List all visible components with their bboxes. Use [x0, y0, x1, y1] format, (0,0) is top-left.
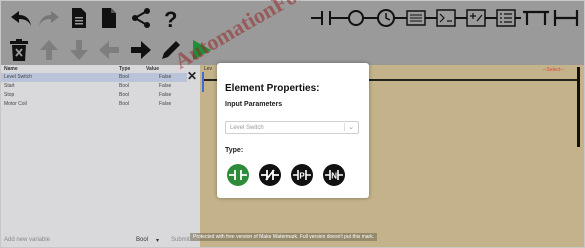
watermark-footer-note: Protected with free version of Make Wate…: [190, 233, 378, 241]
add-variable-type-select[interactable]: Bool: [136, 237, 148, 243]
table-row[interactable]: Stop Bool False: [1, 91, 187, 100]
svg-text:P: P: [299, 172, 305, 181]
compare-icon[interactable]: [431, 8, 461, 28]
branch-icon[interactable]: [521, 8, 551, 28]
svg-text:N: N: [331, 172, 337, 181]
input-parameters-label: Input Parameters: [225, 101, 283, 108]
rung-icon[interactable]: [551, 8, 581, 28]
column-header-value: Value: [146, 66, 160, 72]
math-icon[interactable]: [461, 8, 491, 28]
variable-type: Bool: [119, 92, 130, 98]
type-negative-edge-button[interactable]: N: [323, 164, 345, 186]
variable-type: Bool: [119, 83, 130, 89]
chevron-down-icon[interactable]: ▾: [156, 237, 159, 244]
rung-label: Lev: [204, 66, 213, 72]
contact-icon[interactable]: [311, 8, 341, 28]
variable-name: Start: [4, 83, 15, 89]
arrow-down-icon[interactable]: [65, 36, 93, 64]
delete-icon[interactable]: [5, 36, 33, 64]
help-icon[interactable]: ?: [157, 4, 185, 32]
table-row[interactable]: Motor Coil Bool False: [1, 100, 187, 109]
arrow-left-icon[interactable]: [95, 36, 123, 64]
type-no-contact-button[interactable]: [227, 164, 249, 186]
arrow-right-icon[interactable]: [127, 36, 155, 64]
add-variable-input[interactable]: Add new variable: [4, 237, 50, 243]
undo-icon[interactable]: [7, 4, 35, 32]
variable-name: Level Switch: [4, 74, 33, 80]
column-header-type: Type: [119, 66, 131, 72]
right-power-rail: [577, 67, 580, 147]
left-power-rail: [202, 72, 204, 92]
coil-icon[interactable]: [341, 8, 371, 28]
variable-value: False: [159, 74, 172, 80]
type-nc-contact-button[interactable]: [259, 164, 281, 186]
share-icon[interactable]: [127, 4, 155, 32]
file-icon[interactable]: [65, 4, 93, 32]
add-variable-bar: Add new variable Bool ▾ Submit: [1, 235, 200, 247]
variable-select-value: Level Switch: [230, 125, 264, 131]
svg-text:?: ?: [164, 7, 177, 30]
file-blank-icon[interactable]: [95, 4, 123, 32]
variable-name: Stop: [4, 92, 15, 98]
variable-type: Bool: [119, 74, 130, 80]
submit-button[interactable]: Submit: [171, 237, 190, 243]
variable-type: Bool: [119, 101, 130, 107]
table-row[interactable]: Level Switch Bool False: [1, 73, 187, 82]
type-label: Type:: [225, 147, 244, 154]
element-properties-dialog: Element Properties: Input Parameters Lev…: [217, 63, 369, 198]
variable-select[interactable]: Level Switch ⌄: [225, 121, 359, 134]
variable-value: False: [159, 83, 172, 89]
list-icon[interactable]: [491, 8, 521, 28]
variable-name: Motor Coil: [4, 101, 27, 107]
arrow-up-icon[interactable]: [35, 36, 63, 64]
coil-select-tag[interactable]: --Select--: [543, 67, 564, 73]
dialog-title: Element Properties:: [225, 83, 320, 94]
variable-value: False: [159, 101, 172, 107]
variable-value: False: [159, 92, 172, 98]
redo-icon[interactable]: [35, 4, 63, 32]
counter-icon[interactable]: [401, 8, 431, 28]
column-header-name: Name: [4, 66, 18, 72]
chevron-down-icon: ⌄: [344, 123, 354, 131]
table-row[interactable]: Start Bool False: [1, 82, 187, 91]
timer-icon[interactable]: [371, 8, 401, 28]
type-positive-edge-button[interactable]: P: [291, 164, 313, 186]
